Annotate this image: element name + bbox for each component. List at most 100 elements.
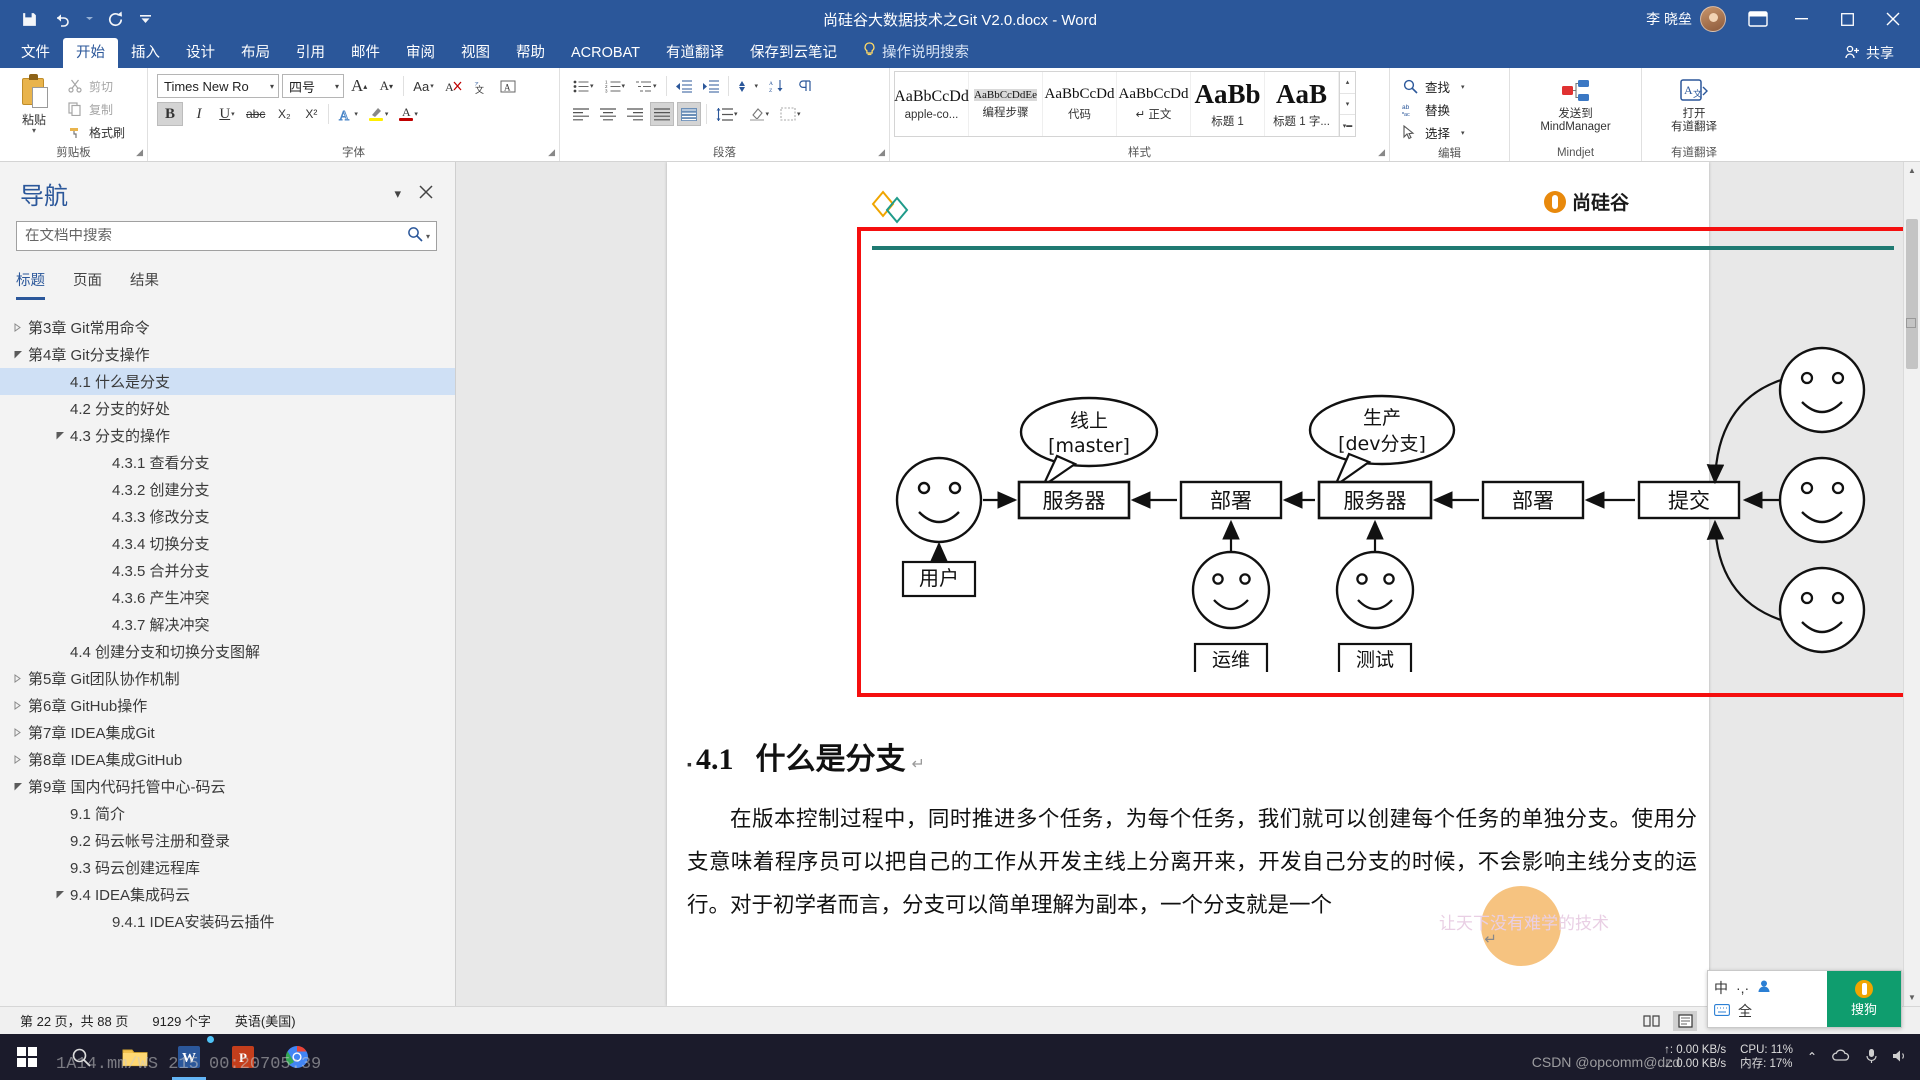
chevron-right-icon[interactable] <box>8 701 28 710</box>
chevron-right-icon[interactable] <box>8 728 28 737</box>
grow-font-button[interactable]: A ▴ <box>347 74 371 98</box>
decrease-indent-icon[interactable] <box>672 74 696 98</box>
format-painter-button[interactable]: 格式刷 <box>67 122 125 142</box>
nav-tab-results[interactable]: 结果 <box>130 269 159 300</box>
styles-scroll-down-icon[interactable]: ▾ <box>1340 94 1355 116</box>
nav-tree-item[interactable]: 第8章 IDEA集成GitHub <box>0 746 455 773</box>
justify-icon[interactable] <box>650 102 674 126</box>
user-account[interactable]: 李 晓垒 <box>1634 6 1738 32</box>
ime-keyboard-icon[interactable] <box>1714 1003 1730 1019</box>
ruler-marker[interactable] <box>1906 318 1916 328</box>
show-formatting-marks-icon[interactable] <box>792 74 816 98</box>
style-daima[interactable]: AaBbCcDd 代码 <box>1043 72 1117 136</box>
style-zhengwen[interactable]: AaBbCcDd ↵ 正文 <box>1117 72 1191 136</box>
nav-tab-headings[interactable]: 标题 <box>16 269 45 300</box>
scroll-thumb[interactable] <box>1906 219 1918 369</box>
font-color-button[interactable]: A ▾ <box>395 102 422 126</box>
nav-tree-item[interactable]: 9.2 码云帐号注册和登录 <box>0 827 455 854</box>
share-button[interactable]: 共享 <box>1835 38 1904 68</box>
open-youdao-translate-button[interactable]: A文 打开 有道翻译 <box>1652 72 1736 134</box>
chevron-down-icon[interactable]: ▾ <box>394 186 401 202</box>
print-layout-button[interactable] <box>1673 1010 1698 1031</box>
chevron-right-icon[interactable] <box>8 674 28 683</box>
sort-az-icon[interactable]: AZ <box>765 74 789 98</box>
nav-tree-item[interactable]: 4.3.3 修改分支 <box>0 503 455 530</box>
microphone-icon[interactable] <box>1865 1048 1878 1067</box>
underline-button[interactable]: U ▾ <box>215 102 239 126</box>
distribute-icon[interactable] <box>677 102 701 126</box>
ime-floating-bar[interactable]: 中 ·,· 全 搜狗 <box>1707 970 1902 1028</box>
change-case-button[interactable]: Aa ▾ <box>409 74 437 98</box>
tab-layout[interactable]: 布局 <box>228 38 283 68</box>
windows-start-icon[interactable] <box>0 1034 54 1080</box>
paste-button[interactable]: 粘贴 ▾ <box>5 72 63 135</box>
increase-indent-icon[interactable] <box>699 74 723 98</box>
ime-user-icon[interactable] <box>1757 979 1771 996</box>
numbering-icon[interactable]: 1 2 3 ▾ <box>601 74 630 98</box>
volume-icon[interactable] <box>1892 1049 1908 1066</box>
nav-tree-item[interactable]: 4.3.2 创建分支 <box>0 476 455 503</box>
chevron-down-icon[interactable] <box>8 782 28 791</box>
language-indicator[interactable]: 英语(美国) <box>223 1011 308 1030</box>
send-to-mindmanager-button[interactable]: 发送到 MindManager <box>1534 72 1618 134</box>
tab-youdao-translate[interactable]: 有道翻译 <box>653 38 737 68</box>
nav-tree-item[interactable]: 第3章 Git常用命令 <box>0 314 455 341</box>
nav-tree-item[interactable]: 4.2 分支的好处 <box>0 395 455 422</box>
style-biaoti-1[interactable]: AaBb 标题 1 <box>1191 72 1265 136</box>
styles-more-icon[interactable]: ▾ ▬ <box>1340 115 1355 136</box>
nav-tree-item[interactable]: 4.3.7 解决冲突 <box>0 611 455 638</box>
align-left-icon[interactable] <box>569 102 593 126</box>
cut-button[interactable]: 剪切 <box>67 76 125 96</box>
tab-help[interactable]: 帮助 <box>503 38 558 68</box>
chevron-right-icon[interactable] <box>8 755 28 764</box>
styles-dialog-launcher[interactable]: ◢ <box>1378 145 1385 160</box>
multilevel-list-icon[interactable]: ▾ <box>632 74 661 98</box>
page-indicator[interactable]: 第 22 页，共 88 页 <box>8 1011 140 1030</box>
nav-tree-item[interactable]: 9.4.1 IDEA安装码云插件 <box>0 908 455 935</box>
copy-button[interactable]: 复制 <box>67 99 125 119</box>
align-center-icon[interactable] <box>596 102 620 126</box>
nav-tree-item[interactable]: 第9章 国内代码托管中心-码云 <box>0 773 455 800</box>
redo-icon[interactable] <box>82 6 96 32</box>
chevron-down-icon[interactable]: ▾ <box>1456 83 1465 91</box>
avatar[interactable] <box>1700 6 1726 32</box>
replace-button[interactable]: ab ac 替换 <box>1401 99 1465 120</box>
subscript-button[interactable]: X₂ <box>272 102 296 126</box>
maximize-button[interactable] <box>1824 0 1870 38</box>
clear-formatting-button[interactable]: A <box>441 74 466 98</box>
close-icon[interactable] <box>419 185 433 202</box>
chevron-down-icon[interactable]: ▾ <box>1456 129 1465 137</box>
shading-icon[interactable]: ▾ <box>745 102 774 126</box>
tab-review[interactable]: 审阅 <box>393 38 448 68</box>
text-highlight-color-button[interactable]: ▾ <box>365 102 393 126</box>
scroll-up-icon[interactable]: ▲ <box>1904 162 1920 179</box>
sort-icon[interactable]: ▾ <box>734 74 763 98</box>
tab-home[interactable]: 开始 <box>63 38 118 68</box>
borders-icon[interactable]: ▾ <box>776 102 805 126</box>
superscript-button[interactable]: X² <box>299 102 323 126</box>
chevron-down-icon[interactable]: ▾ <box>335 82 339 91</box>
scroll-track[interactable] <box>1904 179 1920 989</box>
nav-tree-item[interactable]: 第5章 Git团队协作机制 <box>0 665 455 692</box>
line-spacing-icon[interactable]: ▾ <box>712 102 742 126</box>
undo-icon[interactable] <box>48 6 78 32</box>
italic-button[interactable]: I <box>186 102 212 126</box>
character-border-button[interactable]: A <box>496 74 520 98</box>
font-name-combo[interactable]: Times New Ro ▾ <box>157 74 279 98</box>
show-hidden-icons-chevron-up-icon[interactable]: ⌃ <box>1807 1050 1817 1064</box>
close-button[interactable] <box>1870 0 1916 38</box>
refresh-icon[interactable] <box>100 6 130 32</box>
nav-tree-item[interactable]: 9.4 IDEA集成码云 <box>0 881 455 908</box>
nav-tree-item[interactable]: 4.3.1 查看分支 <box>0 449 455 476</box>
scroll-down-icon[interactable]: ▼ <box>1904 989 1920 1006</box>
nav-tree-item[interactable]: 4.3.6 产生冲突 <box>0 584 455 611</box>
nav-tree-item[interactable]: 4.4 创建分支和切换分支图解 <box>0 638 455 665</box>
search-input[interactable] <box>25 228 404 244</box>
word-count[interactable]: 9129 个字 <box>140 1011 223 1030</box>
text-effects-button[interactable]: A ▾ <box>334 102 362 126</box>
tab-design[interactable]: 设计 <box>173 38 228 68</box>
search-options-chevron-down-icon[interactable]: ▾ <box>426 232 432 241</box>
ime-fullwidth-mode[interactable]: 全 <box>1738 1001 1752 1021</box>
onedrive-icon[interactable] <box>1831 1049 1851 1066</box>
customize-quick-access-icon[interactable] <box>134 6 156 32</box>
